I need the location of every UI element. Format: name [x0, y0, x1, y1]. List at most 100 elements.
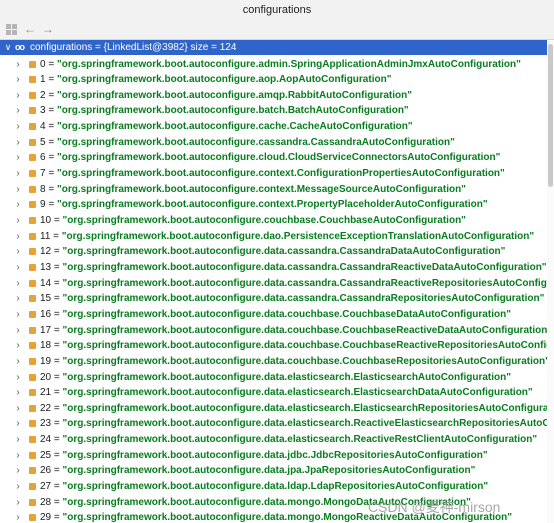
tree-row[interactable]: › 8 = "org.springframework.boot.autoconfi…: [0, 182, 547, 198]
chevron-right-icon[interactable]: ›: [14, 244, 22, 260]
row-value: "org.springframework.boot.autoconfigure.…: [56, 199, 488, 211]
tree-row-label: 0 = "org.springframework.boot.autoconfig…: [40, 58, 521, 70]
chevron-right-icon[interactable]: ›: [14, 479, 22, 495]
row-index: 5: [40, 136, 46, 148]
chevron-right-icon[interactable]: ›: [14, 150, 22, 166]
row-value: "org.springframework.boot.autoconfigure.…: [62, 481, 489, 493]
chevron-right-icon[interactable]: ›: [14, 182, 22, 198]
tree-row[interactable]: › 24 = "org.springframework.boot.autoconf…: [0, 432, 547, 448]
tree-row-label: 1 = "org.springframework.boot.autoconfig…: [40, 74, 392, 86]
row-value: "org.springframework.boot.autoconfigure.…: [62, 215, 466, 226]
tree-row-label: 12 = "org.springframework.boot.autoconfi…: [40, 246, 506, 258]
tree-row[interactable]: › 2 = "org.springframework.boot.autoconfi…: [0, 88, 547, 104]
tree-row[interactable]: › 25 = "org.springframework.boot.autoconf…: [0, 448, 547, 464]
row-value: "org.springframework.boot.autoconfigure.…: [56, 121, 413, 133]
tree-row[interactable]: › 10 = "org.springframework.boot.autoconf…: [0, 213, 547, 229]
row-value: "org.springframework.boot.autoconfigure.…: [62, 402, 547, 414]
row-index: 26: [40, 465, 52, 477]
field-icon: [29, 295, 36, 303]
chevron-right-icon[interactable]: ›: [14, 510, 22, 523]
chevron-right-icon[interactable]: ›: [14, 307, 22, 323]
tree-row[interactable]: › 4 = "org.springframework.boot.autoconfi…: [0, 119, 547, 135]
tree-row[interactable]: › 17 = "org.springframework.boot.autoconf…: [0, 323, 547, 339]
field-icon: [29, 201, 36, 209]
tree-row[interactable]: › 9 = "org.springframework.boot.autoconfi…: [0, 197, 547, 213]
row-value: "org.springframework.boot.autoconfigure.…: [62, 449, 488, 461]
field-icon: [29, 185, 36, 193]
row-value: "org.springframework.boot.autoconfigure.…: [62, 434, 538, 446]
tree-row[interactable]: › 6 = "org.springframework.boot.autoconfi…: [0, 150, 547, 166]
tree-row[interactable]: › 16 = "org.springframework.boot.autoconf…: [0, 307, 547, 323]
chevron-right-icon[interactable]: ›: [14, 385, 22, 401]
row-value: "org.springframework.boot.autoconfigure.…: [62, 261, 547, 273]
chevron-right-icon[interactable]: ›: [14, 57, 22, 73]
tree-row[interactable]: › 15 = "org.springframework.boot.autoconf…: [0, 291, 547, 307]
chevron-right-icon[interactable]: ›: [14, 448, 22, 464]
grid-icon[interactable]: [4, 21, 20, 37]
chevron-right-icon[interactable]: ›: [14, 495, 22, 511]
chevron-right-icon[interactable]: ›: [14, 276, 22, 292]
chevron-right-icon[interactable]: ›: [14, 197, 22, 213]
chevron-right-icon[interactable]: ›: [14, 166, 22, 182]
row-index: 29: [40, 512, 52, 523]
watch-variable-icon: oo: [15, 42, 25, 52]
tree-row[interactable]: › 11 = "org.springframework.boot.autoconf…: [0, 229, 547, 245]
tree-row-label: 6 = "org.springframework.boot.autoconfig…: [40, 152, 501, 164]
tree-root-configurations[interactable]: ∨ oo configurations = {LinkedList@3982} …: [0, 40, 547, 55]
chevron-right-icon[interactable]: ›: [14, 229, 22, 245]
field-icon: [29, 248, 36, 256]
tree-row-label: 17 = "org.springframework.boot.autoconfi…: [40, 323, 547, 339]
chevron-right-icon[interactable]: ›: [14, 260, 22, 276]
row-value: "org.springframework.boot.autoconfigure.…: [56, 58, 521, 70]
chevron-right-icon[interactable]: ›: [14, 432, 22, 448]
tree-row[interactable]: › 0 = "org.springframework.boot.autoconfi…: [0, 57, 547, 73]
vertical-scrollbar[interactable]: [547, 40, 554, 523]
chevron-right-icon[interactable]: ›: [14, 323, 22, 339]
row-index: 1: [40, 74, 46, 86]
row-value: "org.springframework.boot.autoconfigure.…: [61, 230, 535, 242]
chevron-right-icon[interactable]: ›: [14, 401, 22, 417]
variables-tree[interactable]: ∨ oo configurations = {LinkedList@3982} …: [0, 40, 547, 523]
row-index: 12: [40, 246, 52, 258]
tree-row[interactable]: › 22 = "org.springframework.boot.autoconf…: [0, 401, 547, 417]
tree-row[interactable]: › 7 = "org.springframework.boot.autoconfi…: [0, 166, 547, 182]
chevron-right-icon[interactable]: ›: [14, 370, 22, 386]
row-index: 23: [40, 418, 52, 430]
field-icon: [29, 420, 36, 428]
field-icon: [29, 107, 36, 115]
tree-row[interactable]: › 5 = "org.springframework.boot.autoconfi…: [0, 135, 547, 151]
chevron-right-icon[interactable]: ›: [14, 291, 22, 307]
chevron-right-icon[interactable]: ›: [14, 338, 22, 354]
chevron-down-icon[interactable]: ∨: [3, 40, 13, 55]
chevron-right-icon[interactable]: ›: [14, 213, 22, 229]
row-index: 17: [40, 324, 52, 336]
arrow-left-icon[interactable]: ←: [22, 21, 38, 37]
tree-row[interactable]: › 18 = "org.springframework.boot.autoconf…: [0, 338, 547, 354]
tree-row[interactable]: › 27 = "org.springframework.boot.autoconf…: [0, 479, 547, 495]
chevron-right-icon[interactable]: ›: [14, 119, 22, 135]
tree-row[interactable]: › 13 = "org.springframework.boot.autoconf…: [0, 260, 547, 276]
row-value: "org.springframework.boot.autoconfigure.…: [62, 277, 547, 289]
tree-row[interactable]: › 26 = "org.springframework.boot.autoconf…: [0, 463, 547, 479]
chevron-right-icon[interactable]: ›: [14, 354, 22, 370]
tree-row[interactable]: › 20 = "org.springframework.boot.autoconf…: [0, 370, 547, 386]
chevron-right-icon[interactable]: ›: [14, 72, 22, 88]
field-icon: [29, 357, 36, 365]
scrollbar-thumb[interactable]: [548, 44, 553, 187]
tree-row[interactable]: › 19 = "org.springframework.boot.autoconf…: [0, 354, 547, 370]
chevron-right-icon[interactable]: ›: [14, 416, 22, 432]
row-index: 15: [40, 293, 52, 305]
row-value: "org.springframework.boot.autoconfigure.…: [56, 152, 501, 164]
arrow-right-icon[interactable]: →: [40, 21, 56, 37]
tree-row[interactable]: › 14 = "org.springframework.boot.autoconf…: [0, 276, 547, 292]
tree-row[interactable]: › 21 = "org.springframework.boot.autoconf…: [0, 385, 547, 401]
tree-row[interactable]: › 23 = "org.springframework.boot.autoconf…: [0, 416, 547, 432]
tree-row[interactable]: › 3 = "org.springframework.boot.autoconfi…: [0, 103, 547, 119]
chevron-right-icon[interactable]: ›: [14, 463, 22, 479]
chevron-right-icon[interactable]: ›: [14, 103, 22, 119]
field-icon: [29, 310, 36, 318]
chevron-right-icon[interactable]: ›: [14, 88, 22, 104]
tree-row[interactable]: › 12 = "org.springframework.boot.autoconf…: [0, 244, 547, 260]
chevron-right-icon[interactable]: ›: [14, 135, 22, 151]
tree-row[interactable]: › 1 = "org.springframework.boot.autoconfi…: [0, 72, 547, 88]
